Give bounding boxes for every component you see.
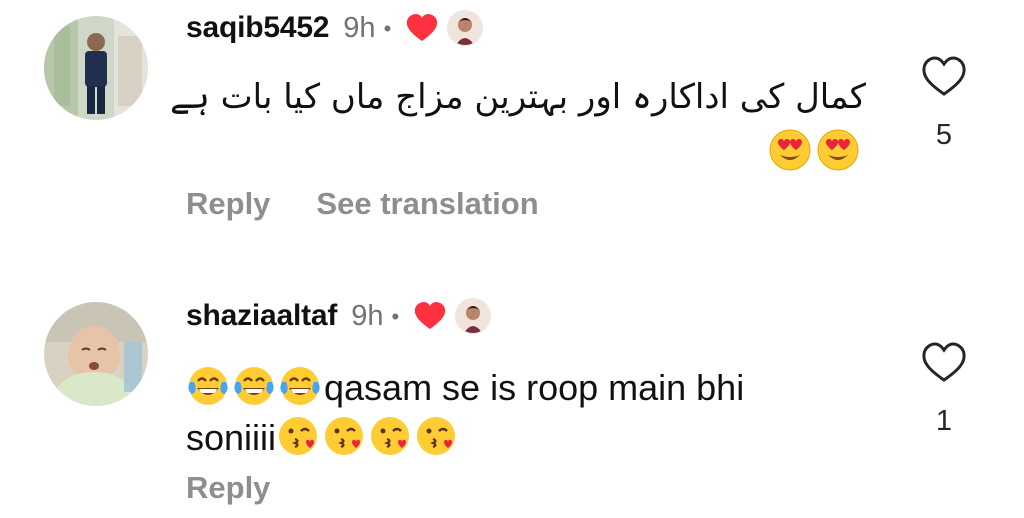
tears-of-joy-icon	[186, 364, 230, 408]
heart-eyes-icon	[816, 128, 860, 172]
timestamp: 9h	[351, 299, 384, 332]
tears-of-joy-icon	[278, 364, 322, 408]
comment-header: saqib5452 9h •	[186, 10, 484, 46]
tears-of-joy-icon	[232, 364, 276, 408]
comment-header: shaziaaltaf 9h •	[186, 298, 492, 334]
kiss-icon	[276, 414, 320, 458]
comment-text: qasam se is roop main bhi	[324, 367, 745, 408]
kiss-icon	[368, 414, 412, 458]
comment-actions: Reply	[186, 470, 270, 506]
author-avatar	[447, 10, 484, 46]
heart-eyes-icon	[768, 128, 812, 172]
liked-by-author-heart-icon	[413, 300, 447, 332]
comment-text-line: soniiii	[186, 414, 460, 459]
username[interactable]: shaziaaltaf	[186, 299, 337, 333]
comment-actions: Reply See translation	[186, 186, 539, 222]
separator-dot: •	[391, 304, 400, 329]
like-count: 5	[935, 119, 953, 151]
avatar[interactable]	[44, 302, 148, 406]
timestamp: 9h	[343, 11, 376, 44]
liked-by-author-heart-icon	[405, 12, 439, 44]
heart-outline-icon[interactable]	[920, 54, 968, 98]
author-avatar	[455, 298, 492, 334]
reply-button[interactable]: Reply	[186, 186, 270, 222]
reply-button[interactable]: Reply	[186, 470, 270, 506]
like-count: 1	[935, 405, 953, 437]
comment-text-line: qasam se is roop main bhi	[186, 364, 744, 409]
separator-dot: •	[383, 16, 392, 41]
like-column: 5	[918, 54, 970, 152]
username[interactable]: saqib5452	[186, 11, 329, 45]
kiss-icon	[414, 414, 458, 458]
avatar[interactable]	[44, 16, 148, 120]
heart-outline-icon[interactable]	[920, 340, 968, 384]
see-translation-button[interactable]: See translation	[316, 186, 538, 222]
comment-text: کمال کی اداکارہ اور بہترین مزاج ماں کیا …	[169, 77, 866, 117]
comment-text: soniiii	[186, 417, 277, 458]
like-column: 1	[918, 340, 970, 438]
kiss-icon	[322, 414, 366, 458]
emoji-row	[768, 128, 860, 172]
